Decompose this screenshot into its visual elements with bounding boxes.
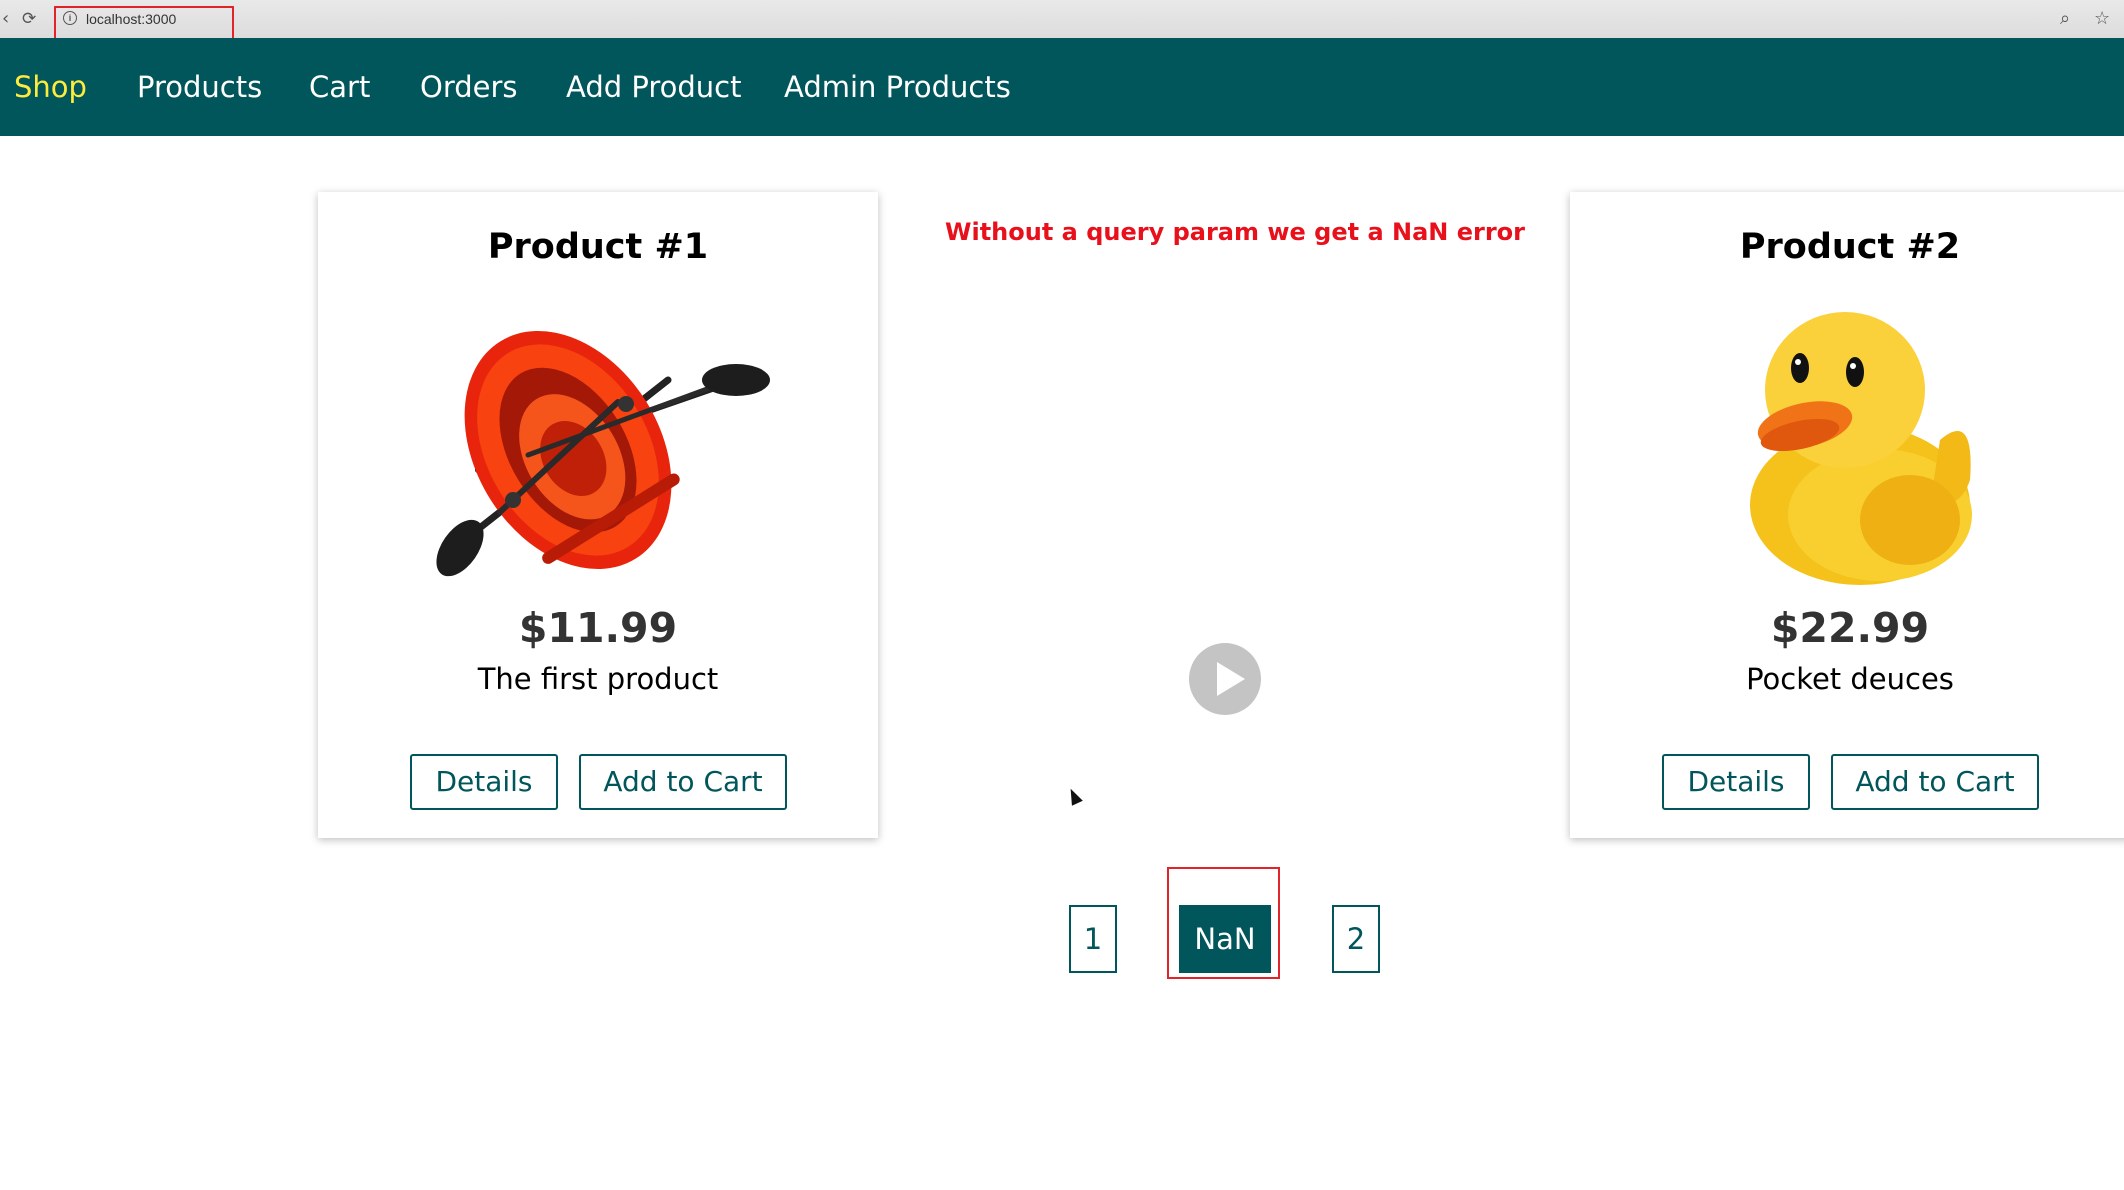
nav-cart[interactable]: Cart [309, 38, 370, 136]
nav-products[interactable]: Products [137, 38, 262, 136]
browser-toolbar: ‹ ⟳ i localhost:3000 ⌕ ☆ [0, 0, 2124, 51]
page-link-1[interactable]: 1 [1069, 905, 1117, 973]
product-description: Pocket deuces [1746, 662, 1954, 696]
page-link-2[interactable]: 2 [1332, 905, 1380, 973]
details-button[interactable]: Details [1662, 754, 1810, 810]
nav-shop[interactable]: Shop [14, 38, 87, 136]
product-price: $11.99 [518, 604, 678, 652]
product-description: The first product [477, 662, 719, 696]
product-image-boat [418, 290, 778, 590]
pagination-highlight-box [1167, 867, 1280, 979]
product-title: Product #1 [487, 227, 709, 267]
reload-icon[interactable]: ⟳ [22, 7, 36, 31]
annotation-text: Without a query param we get a NaN error [945, 218, 1525, 246]
nav-orders[interactable]: Orders [420, 38, 518, 136]
product-price: $22.99 [1770, 604, 1930, 652]
product-card: Product #1 $11.99 The first product Deta… [318, 192, 878, 838]
details-button[interactable]: Details [410, 754, 558, 810]
product-card: Product #2 $22.99 Pocket deuces Details … [1570, 192, 2124, 838]
nav-admin-products[interactable]: Admin Products [784, 38, 1011, 136]
mouse-cursor-icon [1065, 786, 1083, 806]
play-icon[interactable] [1189, 643, 1261, 715]
add-to-cart-button[interactable]: Add to Cart [579, 754, 787, 810]
main-header: Shop Products Cart Orders Add Product Ad… [0, 38, 2124, 136]
zoom-icon[interactable]: ⌕ [2060, 8, 2070, 30]
add-to-cart-button[interactable]: Add to Cart [1831, 754, 2039, 810]
back-icon[interactable]: ‹ [2, 7, 9, 31]
nav-add-product[interactable]: Add Product [566, 38, 741, 136]
bookmark-star-icon[interactable]: ☆ [2094, 8, 2110, 30]
product-image-duck [1670, 290, 2030, 590]
product-title: Product #2 [1739, 227, 1961, 267]
